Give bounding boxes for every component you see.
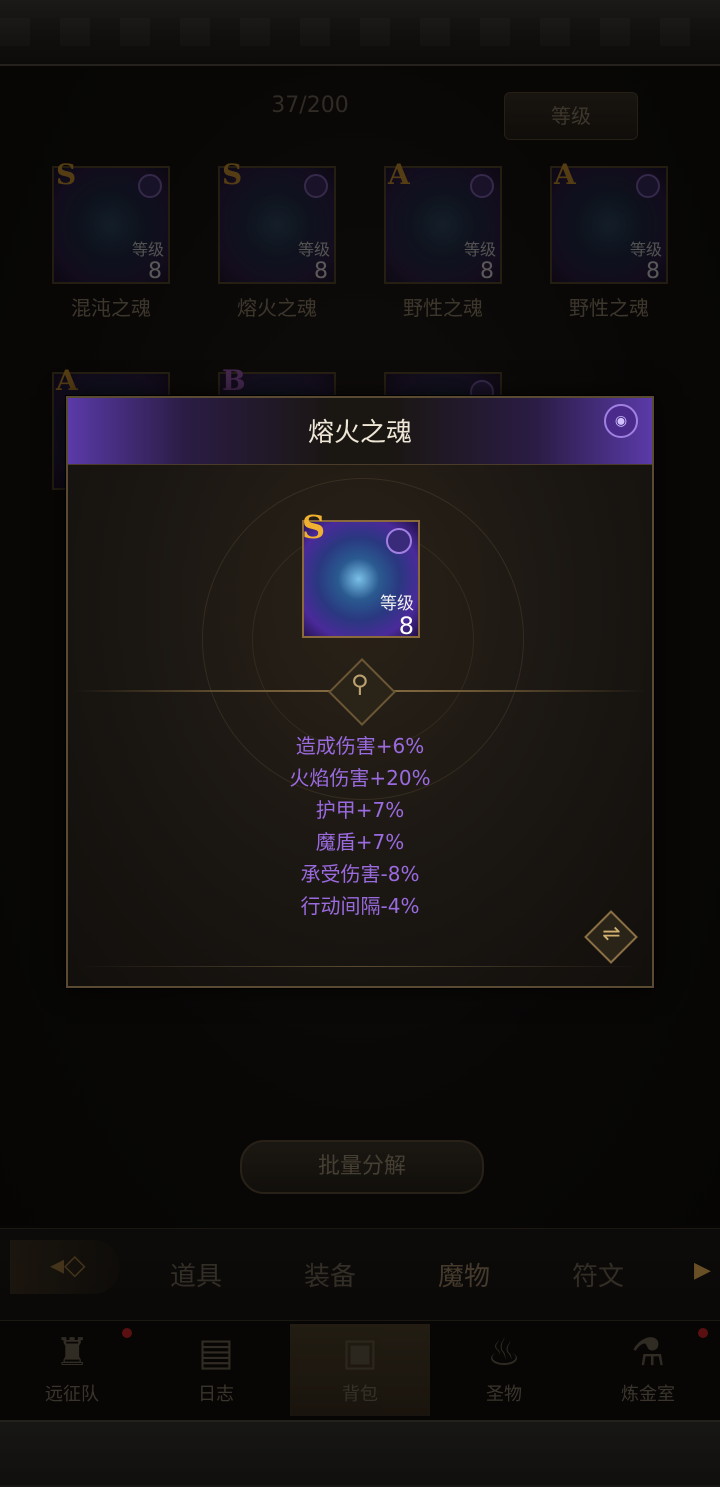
lock-icon (386, 528, 412, 554)
lock-icon[interactable]: ◉ (604, 404, 638, 438)
level-value: 8 (398, 612, 414, 640)
modal-title: 熔火之魂 (307, 418, 412, 448)
level-label: 等级 (380, 594, 414, 614)
stat-line: 承受伤害-8% (300, 862, 420, 886)
stat-list: 造成伤害+6% 火焰伤害+20% 护甲+7% 魔盾+7% 承受伤害-8% 行动间… (68, 730, 652, 922)
magnifier-icon: ⚲ (350, 670, 369, 699)
divider (74, 966, 646, 967)
stat-line: 火焰伤害+20% (289, 766, 431, 790)
rank-badge: S (302, 508, 326, 546)
stat-line: 护甲+7% (315, 798, 405, 822)
item-detail-modal: 熔火之魂 ◉ S 等级 8 ⚲ 造成伤害+6% 火焰伤害+20% 护甲+7% 魔… (66, 396, 654, 988)
stat-line: 行动间隔-4% (300, 894, 420, 918)
swap-icon: ⇌ (602, 921, 621, 947)
stat-line: 魔盾+7% (315, 830, 405, 854)
detail-card: S 等级 8 (302, 508, 420, 640)
stat-line: 造成伤害+6% (295, 734, 425, 758)
